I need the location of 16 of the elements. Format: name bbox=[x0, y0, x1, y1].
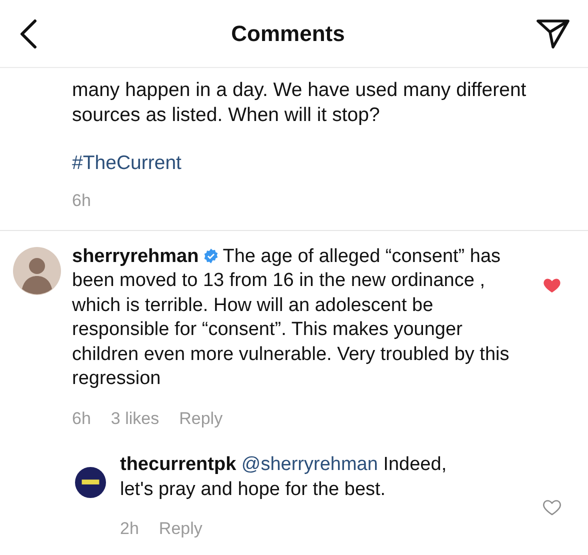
avatar-icon[interactable] bbox=[13, 246, 61, 295]
send-icon[interactable] bbox=[536, 18, 570, 50]
comment-text: sherryrehman The age of alleged “consent” has been moved to 13 from 16 in the new ordinance , which is terrible. How will an adolescent be responsible for “consent”. This makes younger children even more vulnerable. Very troubled by this regression bbox=[72, 244, 510, 392]
page-title: Comments bbox=[231, 20, 345, 48]
post-caption: many happen in a day. We have used many different sources as listed. When will it stop? bbox=[72, 78, 528, 127]
hashtag-link[interactable]: #TheCurrent bbox=[72, 149, 568, 178]
reply-button[interactable]: Reply bbox=[179, 406, 223, 432]
mention-link[interactable]: @sherryrehman bbox=[241, 454, 378, 476]
reply-button[interactable]: Reply bbox=[158, 516, 202, 542]
comment-time: 2h bbox=[120, 518, 139, 540]
likes-count[interactable]: 3 likes bbox=[110, 406, 160, 432]
comment-text: thecurrentpk @sherryrehman Indeed, let's pray and hope for the best. bbox=[120, 453, 448, 502]
logo-icon[interactable] bbox=[75, 467, 106, 498]
post-time: 6h bbox=[72, 190, 92, 212]
comment-time: 6h bbox=[72, 408, 91, 430]
heart-icon[interactable] bbox=[542, 497, 562, 518]
